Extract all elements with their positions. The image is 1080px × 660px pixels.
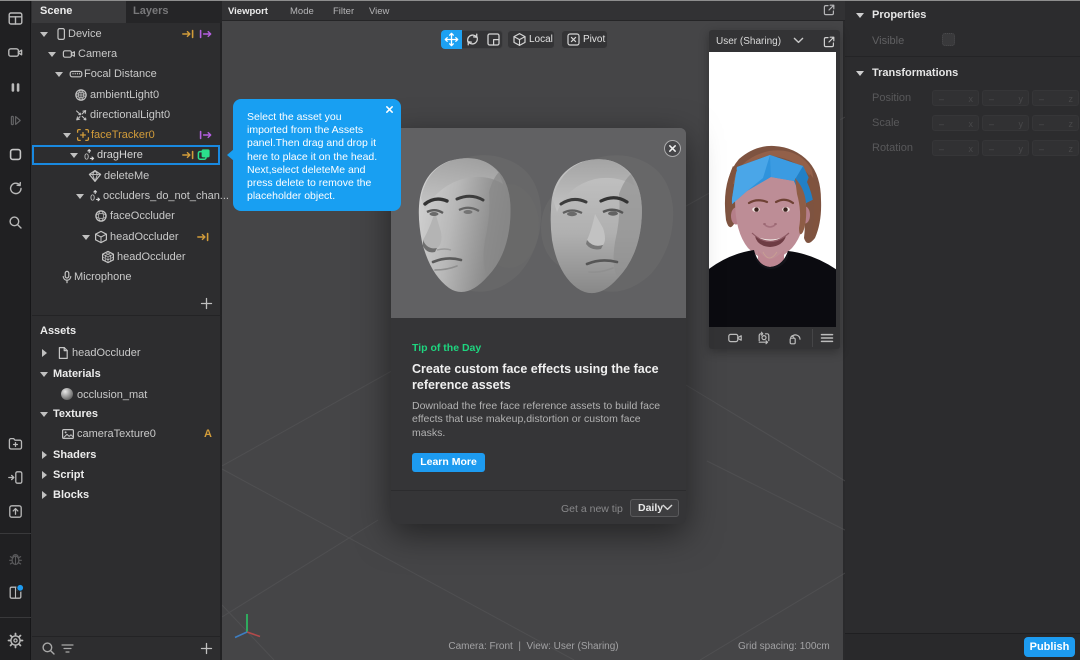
svg-text:0: 0 xyxy=(90,192,95,202)
